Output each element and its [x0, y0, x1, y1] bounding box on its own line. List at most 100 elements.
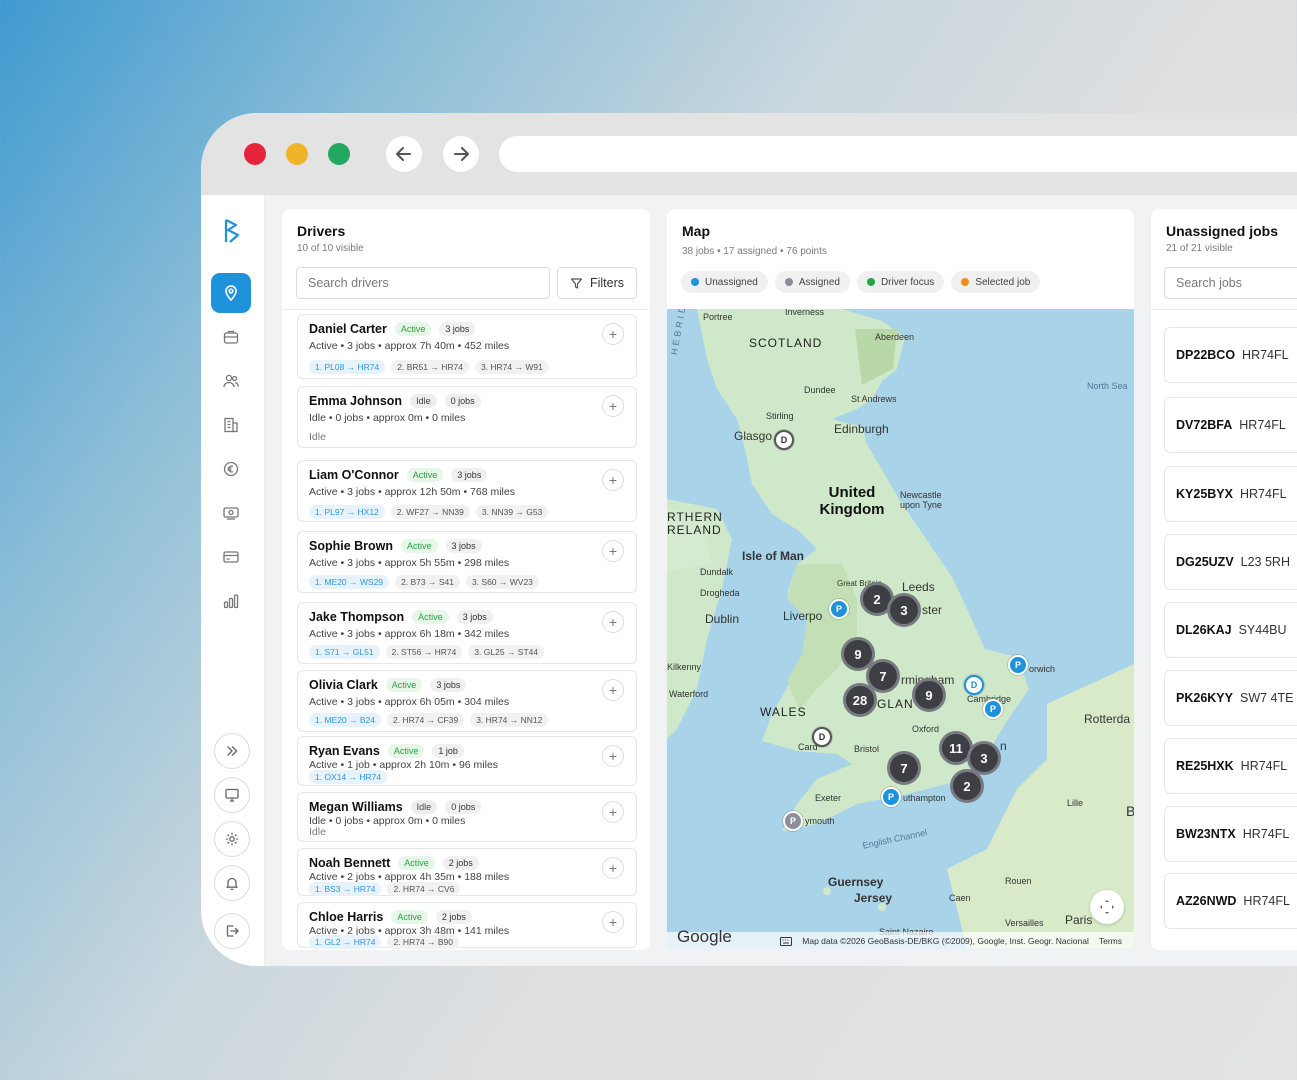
expand-sidebar-button[interactable]: [214, 733, 250, 769]
map-terms-link[interactable]: Terms: [1099, 936, 1122, 946]
credit-card-icon: [223, 551, 239, 563]
job-registration: BW23NTX: [1176, 827, 1236, 841]
route-chips: 1. ME20 → WS29 2. B73 → S41 3. S60 → WV23: [309, 575, 539, 589]
route-chip[interactable]: 1. GL2 → HR74: [309, 935, 382, 949]
close-window-button[interactable]: [244, 143, 266, 165]
driver-pin[interactable]: D: [964, 675, 984, 695]
pickup-pin[interactable]: P: [881, 787, 901, 807]
route-chip[interactable]: 1. PL08 → HR74: [309, 360, 386, 374]
sidebar-item-companies[interactable]: [211, 405, 251, 445]
driver-header: Megan Williams Idle 0 jobs: [309, 800, 482, 814]
forward-button[interactable]: [443, 136, 479, 172]
legend-item[interactable]: Selected job: [951, 271, 1041, 293]
driver-card[interactable]: Ryan Evans Active 1 job Active • 1 job • ap…: [297, 736, 637, 786]
job-card[interactable]: DP22BCO HR74FL: [1164, 327, 1297, 383]
route-chip[interactable]: 2. HR74 → CV6: [387, 882, 461, 896]
map-cluster[interactable]: 7: [887, 751, 921, 785]
sidebar-item-billing[interactable]: [211, 449, 251, 489]
driver-card[interactable]: Sophie Brown Active 3 jobs Active • 3 jobs …: [297, 531, 637, 593]
route-chip[interactable]: 2. HR74 → CF39: [387, 713, 465, 727]
notifications-button[interactable]: [214, 865, 250, 901]
minimize-window-button[interactable]: [286, 143, 308, 165]
map-cluster[interactable]: 9: [912, 678, 946, 712]
map-cluster[interactable]: 28: [843, 683, 877, 717]
job-card[interactable]: AZ26NWD HR74FL: [1164, 873, 1297, 929]
search-drivers-input[interactable]: [296, 267, 550, 299]
search-jobs-input[interactable]: [1164, 267, 1297, 299]
sidebar-item-payments[interactable]: [211, 493, 251, 533]
logout-button[interactable]: [214, 913, 250, 949]
driver-card[interactable]: Chloe Harris Active 2 jobs Active • 2 jobs …: [297, 902, 637, 949]
add-job-button[interactable]: +: [602, 745, 624, 767]
driver-card[interactable]: Jake Thompson Active 3 jobs Active • 3 jobs…: [297, 602, 637, 664]
job-card[interactable]: BW23NTX HR74FL: [1164, 806, 1297, 862]
route-chip[interactable]: 3. HR74 → NN12: [470, 713, 549, 727]
add-job-button[interactable]: +: [602, 911, 624, 933]
filters-button[interactable]: Filters: [557, 267, 637, 299]
job-card[interactable]: PK26KYY SW7 4TE: [1164, 670, 1297, 726]
route-chip[interactable]: 3. HR74 → W91: [474, 360, 549, 374]
route-chip[interactable]: 1. PL97 → HX12: [309, 505, 385, 519]
route-chip[interactable]: 1. ME20 → WS29: [309, 575, 390, 589]
job-registration: DL26KAJ: [1176, 623, 1232, 637]
driver-card[interactable]: Megan Williams Idle 0 jobs Idle • 0 jobs • …: [297, 792, 637, 842]
add-job-button[interactable]: +: [602, 395, 624, 417]
route-chips: 1. PL97 → HX12 2. WF27 → NN39 3. NN39 → G5…: [309, 505, 549, 519]
driver-pin[interactable]: D: [812, 727, 832, 747]
job-card[interactable]: KY25BYX HR74FL: [1164, 466, 1297, 522]
sidebar-item-jobs[interactable]: [211, 317, 251, 357]
sidebar-item-reports[interactable]: [211, 581, 251, 621]
route-chip[interactable]: 1. S71 → GL51: [309, 645, 380, 659]
label-leeds: Leeds: [902, 580, 935, 594]
map-fullscreen-button[interactable]: [1090, 890, 1124, 924]
map-view[interactable]: Portree Inverness SCOTLAND Aberdeen HEBR…: [667, 309, 1134, 950]
assigned-pin[interactable]: P: [783, 811, 803, 831]
legend-item[interactable]: Assigned: [774, 271, 850, 293]
route-chip[interactable]: 1. BS3 → HR74: [309, 882, 382, 896]
route-chip[interactable]: 2. B73 → S41: [395, 575, 460, 589]
route-chip[interactable]: 3. S60 → WV23: [465, 575, 539, 589]
legend-item[interactable]: Driver focus: [856, 271, 945, 293]
route-chip[interactable]: 2. BR51 → HR74: [391, 360, 469, 374]
job-card[interactable]: DL26KAJ SY44BU: [1164, 602, 1297, 658]
add-job-button[interactable]: +: [602, 857, 624, 879]
add-job-button[interactable]: +: [602, 679, 624, 701]
driver-card[interactable]: Noah Bennett Active 2 jobs Active • 2 jobs …: [297, 848, 637, 896]
map-cluster[interactable]: 3: [887, 593, 921, 627]
sidebar-item-invoices[interactable]: [211, 537, 251, 577]
route-chip[interactable]: 2. WF27 → NN39: [390, 505, 470, 519]
sidebar-item-map[interactable]: [211, 273, 251, 313]
route-chip[interactable]: 3. GL25 → ST44: [468, 645, 545, 659]
maximize-window-button[interactable]: [328, 143, 350, 165]
driver-card[interactable]: Liam O'Connor Active 3 jobs Active • 3 jobs…: [297, 460, 637, 522]
route-chip[interactable]: 2. ST56 → HR74: [385, 645, 463, 659]
route-chip[interactable]: 1. OX14 → HR74: [309, 770, 388, 784]
address-bar[interactable]: [499, 136, 1297, 172]
pickup-pin[interactable]: P: [1008, 655, 1028, 675]
display-button[interactable]: [214, 777, 250, 813]
sidebar-item-drivers[interactable]: [211, 361, 251, 401]
job-card[interactable]: RE25HXK HR74FL: [1164, 738, 1297, 794]
job-card[interactable]: DG25UZV L23 5RH: [1164, 534, 1297, 590]
add-job-button[interactable]: +: [602, 611, 624, 633]
back-button[interactable]: [386, 136, 422, 172]
driver-card[interactable]: Emma Johnson Idle 0 jobs Idle • 0 jobs • ap…: [297, 386, 637, 448]
add-job-button[interactable]: +: [602, 323, 624, 345]
route-chip[interactable]: 3. NN39 → G53: [475, 505, 549, 519]
add-job-button[interactable]: +: [602, 540, 624, 562]
legend-item[interactable]: Unassigned: [681, 271, 768, 293]
route-chip[interactable]: 2. HR74 → B90: [387, 935, 460, 949]
add-job-button[interactable]: +: [602, 469, 624, 491]
pickup-pin[interactable]: P: [983, 699, 1003, 719]
job-card[interactable]: DV72BFA HR74FL: [1164, 397, 1297, 453]
add-job-button[interactable]: +: [602, 801, 624, 823]
route-chip[interactable]: 1. ME20 → B24: [309, 713, 382, 727]
pickup-pin[interactable]: P: [829, 599, 849, 619]
map-cluster[interactable]: 2: [950, 769, 984, 803]
driver-pin[interactable]: D: [774, 430, 794, 450]
driver-card[interactable]: Daniel Carter Active 3 jobs Active • 3 jobs…: [297, 314, 637, 379]
settings-button[interactable]: [214, 821, 250, 857]
driver-name: Olivia Clark: [309, 678, 378, 692]
driver-card[interactable]: Olivia Clark Active 3 jobs Active • 3 jobs …: [297, 670, 637, 732]
jobs-count-badge: 3 jobs: [445, 539, 482, 553]
